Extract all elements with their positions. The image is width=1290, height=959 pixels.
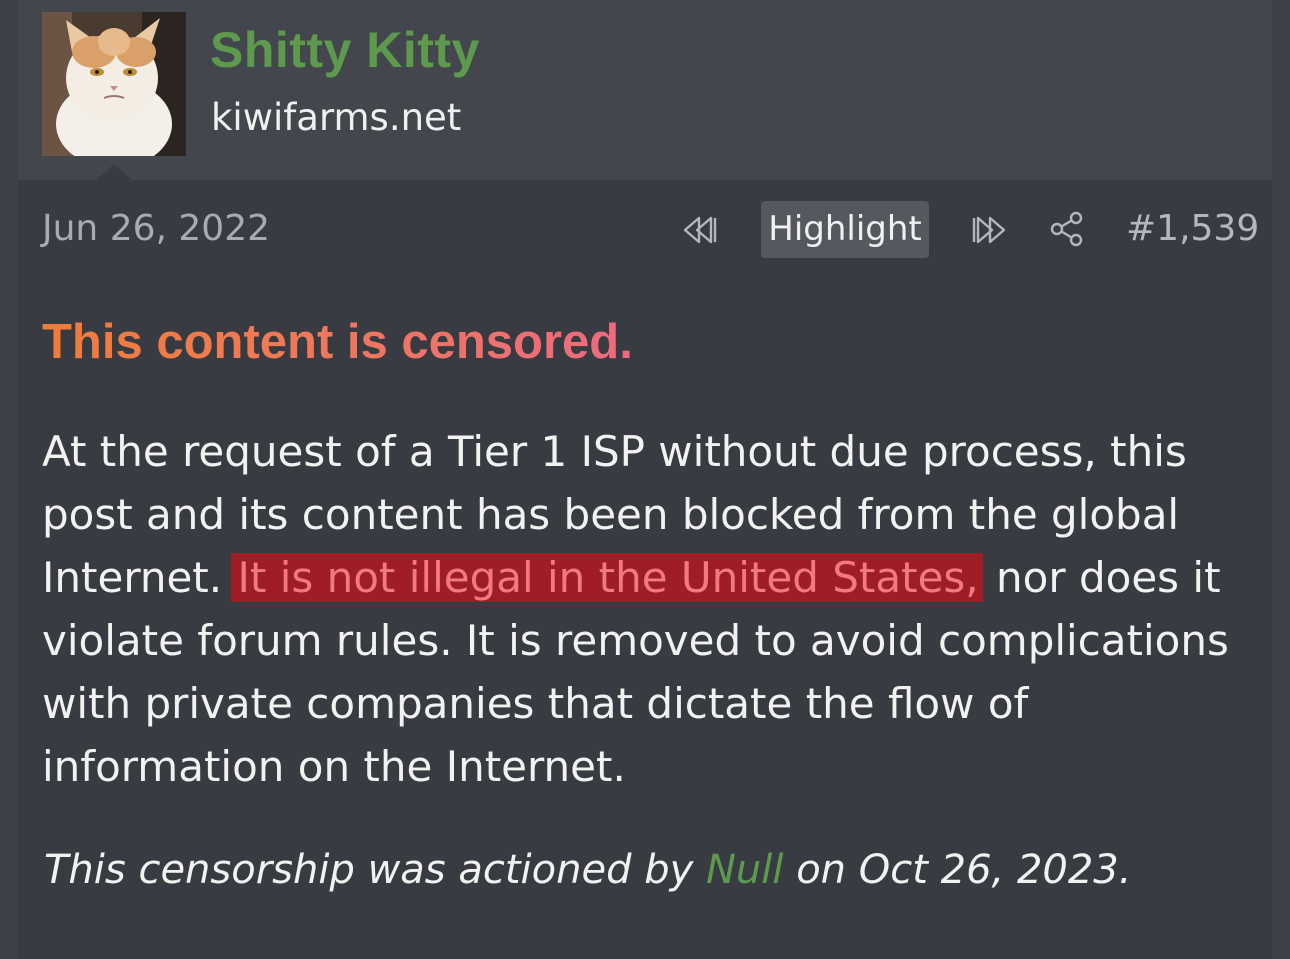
- share-icon: [1050, 211, 1083, 247]
- footer-text-date: on Oct 26, 2023.: [796, 847, 1132, 893]
- user-site: kiwifarms.net: [211, 96, 462, 139]
- censorship-footer: This censorship was actioned by Null on …: [44, 842, 1131, 898]
- username[interactable]: Shitty Kitty: [210, 18, 480, 82]
- fast-forward-icon: [972, 216, 1006, 244]
- moderator-link[interactable]: Null: [706, 847, 784, 893]
- censored-notice-body: At the request of a Tier 1 ISP without d…: [42, 420, 1252, 798]
- notice-highlighted-text: It is not illegal in the United States,: [231, 553, 983, 602]
- rewind-icon: [683, 216, 717, 244]
- header-caret: [96, 164, 132, 180]
- censored-notice-title: This content is censored.: [42, 312, 633, 372]
- post-date[interactable]: Jun 26, 2022: [42, 207, 270, 251]
- cat-avatar-image: [42, 12, 186, 156]
- post-number-link[interactable]: #1,539: [1126, 207, 1259, 251]
- user-header: Shitty Kitty kiwifarms.net: [18, 0, 1272, 180]
- highlight-button[interactable]: Highlight: [761, 201, 929, 258]
- footer-text: This censorship was actioned by: [44, 847, 694, 893]
- previous-highlight-button[interactable]: [676, 208, 724, 252]
- avatar[interactable]: [42, 12, 186, 156]
- next-highlight-button[interactable]: [965, 208, 1013, 252]
- post-container: Shitty Kitty kiwifarms.net Jun 26, 2022 …: [18, 0, 1272, 959]
- share-button[interactable]: [1044, 206, 1090, 252]
